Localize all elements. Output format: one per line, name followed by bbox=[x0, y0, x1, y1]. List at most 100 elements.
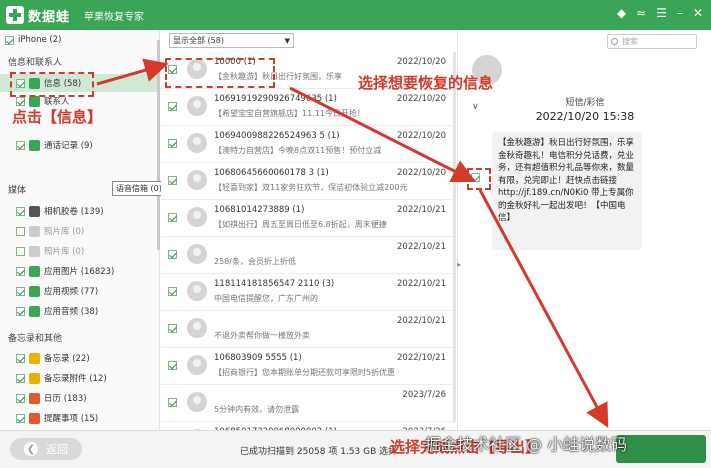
diamond-icon[interactable]: ◆ bbox=[617, 6, 626, 20]
contacts-checkbox[interactable] bbox=[16, 96, 25, 106]
device-row[interactable]: iPhone (2) bbox=[0, 31, 160, 49]
reminder-icon bbox=[29, 412, 40, 424]
sidebar-item-calendar[interactable]: 日历 (183) bbox=[0, 389, 160, 407]
sidebar-item-label: 应用音频 (38) bbox=[44, 307, 99, 317]
back-button[interactable]: ❮ 返回 bbox=[10, 438, 82, 460]
section-messages-contacts: 信息和联系人 bbox=[8, 57, 63, 68]
message-bubble: 【金秋趣游】秋日出行好氛围，乐享金秋奇趣礼！电信积分兑话费，兑业务，还有超值积分… bbox=[492, 132, 642, 250]
annotation-select-info: 选择想要恢复的信息 bbox=[358, 74, 494, 92]
row-checkbox[interactable] bbox=[168, 176, 177, 185]
window-controls: ◆ ≈ ☰ – ✕ bbox=[617, 6, 703, 20]
device-checkbox[interactable] bbox=[5, 35, 14, 45]
notes-checkbox[interactable] bbox=[16, 353, 25, 363]
sidebar-item-label: 照片库 (0) bbox=[44, 247, 85, 257]
filter-select[interactable]: 显示全部 (58) ▼ bbox=[169, 33, 294, 48]
row-checkbox[interactable] bbox=[168, 324, 177, 333]
message-row[interactable]: 10680645660060178 3 (1) 2022/10/20 【轻喜到家】双… bbox=[161, 163, 456, 200]
search-input[interactable]: 搜索 bbox=[607, 34, 697, 49]
minimize-icon[interactable]: – bbox=[677, 6, 683, 20]
avatar bbox=[187, 318, 207, 338]
sidebar-item-label: 应用视频 (77) bbox=[44, 287, 99, 297]
calendar-checkbox[interactable] bbox=[16, 393, 25, 403]
message-date: 2022/10/21 bbox=[397, 279, 446, 289]
sidebar-item-reminders[interactable]: 提醒事项 (15) bbox=[0, 409, 160, 427]
sender-number: 10680645660060178 3 (1) bbox=[214, 168, 329, 178]
splitter-arrow-icon[interactable]: ▸ bbox=[457, 260, 461, 269]
sidebar-item-app-photos[interactable]: 应用图片 (16823) bbox=[0, 262, 160, 280]
app-photos-checkbox[interactable] bbox=[16, 266, 25, 276]
message-row[interactable]: 2022/10/21 不退外卖帮你做一楼放外卖 bbox=[161, 311, 456, 348]
photo-library-checkbox[interactable] bbox=[16, 246, 25, 256]
app-audio-checkbox[interactable] bbox=[16, 306, 25, 316]
sidebar-item-notes[interactable]: 备忘录 (22) bbox=[0, 349, 160, 367]
note-attachments-checkbox[interactable] bbox=[16, 373, 25, 383]
phone-icon bbox=[29, 139, 40, 151]
sidebar-item-label: 相机胶卷 (139) bbox=[44, 207, 104, 217]
sidebar-scrollbar[interactable] bbox=[157, 40, 160, 250]
message-row[interactable]: 1069400988226524963 5 (1) 2022/10/20 【澳特力自… bbox=[161, 126, 456, 163]
app-logo: 数据蛙 bbox=[6, 6, 70, 25]
app-subtitle: 苹果恢复专家 bbox=[84, 11, 145, 23]
call-log-checkbox[interactable] bbox=[16, 140, 25, 150]
avatar bbox=[187, 96, 207, 116]
filter-label: 显示全部 (58) bbox=[173, 36, 224, 45]
message-row[interactable]: 2022/10/21 258/条，会员折上折低 bbox=[161, 237, 456, 274]
sidebar-item-call-log[interactable]: 通话记录 (9) bbox=[0, 136, 160, 154]
message-preview: 【澳特力自营店】今晚8点双11预售！预付立减 bbox=[214, 146, 382, 155]
sidebar-item-label: 备忘录 (22) bbox=[44, 354, 90, 364]
message-date: 2022/10/21 bbox=[397, 353, 446, 363]
sidebar-item-app-audio[interactable]: 应用音频 (38) bbox=[0, 302, 160, 320]
message-row[interactable]: 106803909 5555 (1) 2022/10/21 【招商银行】您本期账单分… bbox=[161, 348, 456, 385]
menu-icon[interactable]: ☰ bbox=[656, 6, 667, 20]
list-scrollbar[interactable] bbox=[453, 52, 456, 422]
attachment-icon bbox=[29, 372, 40, 384]
sidebar-item-label: 应用图片 (16823) bbox=[44, 267, 115, 277]
message-detail: 搜索 ∨ 短信/彩信 2022/10/20 15:38 【金秋趣游】秋日出行好氛… bbox=[457, 30, 711, 430]
row-checkbox[interactable] bbox=[168, 213, 177, 222]
camera-roll-checkbox[interactable] bbox=[16, 206, 25, 216]
message-row[interactable]: 10681014273889 (1) 2022/10/21 【如祺出行】周五至周日低… bbox=[161, 200, 456, 237]
sidebar-item-photo-stream[interactable]: 照片库 (0) bbox=[0, 222, 160, 240]
message-row[interactable]: 118114181856547 2110 (3) 2022/10/21 中国电信提醒… bbox=[161, 274, 456, 311]
message-type-label: 短信/彩信 bbox=[565, 98, 605, 108]
sidebar-item-label: 照片库 (0) bbox=[44, 227, 85, 237]
sidebar-item-app-videos[interactable]: 应用视频 (77) bbox=[0, 282, 160, 300]
wifi-icon[interactable]: ≈ bbox=[636, 6, 646, 20]
message-row[interactable]: 10691919290926749635 (1) 2022/10/20 【希望宝宝自… bbox=[161, 89, 456, 126]
photo-stream-checkbox[interactable] bbox=[16, 226, 25, 236]
row-checkbox[interactable] bbox=[168, 361, 177, 370]
title-bar: 数据蛙 苹果恢复专家 ◆ ≈ ☰ – ✕ bbox=[0, 0, 711, 30]
sidebar-item-camera-roll[interactable]: 相机胶卷 (139) bbox=[0, 202, 160, 220]
sidebar-item-label: 备忘录附件 (12) bbox=[44, 374, 107, 384]
reminders-checkbox[interactable] bbox=[16, 413, 25, 423]
back-label: 返回 bbox=[46, 443, 68, 456]
sidebar-item-note-attachments[interactable]: 备忘录附件 (12) bbox=[0, 369, 160, 387]
avatar bbox=[187, 355, 207, 375]
message-date: 2022/10/21 bbox=[397, 205, 446, 215]
row-checkbox[interactable] bbox=[168, 139, 177, 148]
message-date: 2022/10/20 bbox=[397, 131, 446, 141]
plus-logo-icon bbox=[6, 6, 24, 24]
sender-number: 10681014273889 (1) bbox=[214, 205, 305, 215]
camera-icon bbox=[29, 205, 40, 217]
close-icon[interactable]: ✕ bbox=[693, 6, 703, 20]
voicemail-tooltip: 语音信箱 (0) bbox=[112, 181, 166, 196]
photo-icon bbox=[29, 225, 40, 237]
row-checkbox[interactable] bbox=[168, 287, 177, 296]
app-name: 数据蛙 bbox=[28, 9, 71, 25]
message-preview: 【轻喜到家】双11家务狂欢节，保洁初体验立减200元 bbox=[214, 183, 408, 192]
row-checkbox[interactable] bbox=[168, 102, 177, 111]
sidebar-item-label: 提醒事项 (15) bbox=[44, 414, 99, 424]
row-checkbox[interactable] bbox=[168, 250, 177, 259]
message-row[interactable]: 2023/7/26 5分钟内有效。请勿泄露 bbox=[161, 385, 456, 422]
sidebar-item-label: 通话记录 (9) bbox=[44, 141, 93, 151]
app-videos-checkbox[interactable] bbox=[16, 286, 25, 296]
scan-status: 已成功扫描到 25058 项 1.53 GB 选择 bbox=[240, 447, 398, 457]
search-icon bbox=[611, 38, 618, 45]
calendar-icon bbox=[29, 392, 40, 404]
audio-icon bbox=[29, 305, 40, 317]
row-checkbox[interactable] bbox=[168, 398, 177, 407]
export-button[interactable] bbox=[616, 435, 706, 463]
sidebar-item-photo-library[interactable]: 照片库 (0) bbox=[0, 242, 160, 260]
photo-library-icon bbox=[29, 245, 40, 257]
